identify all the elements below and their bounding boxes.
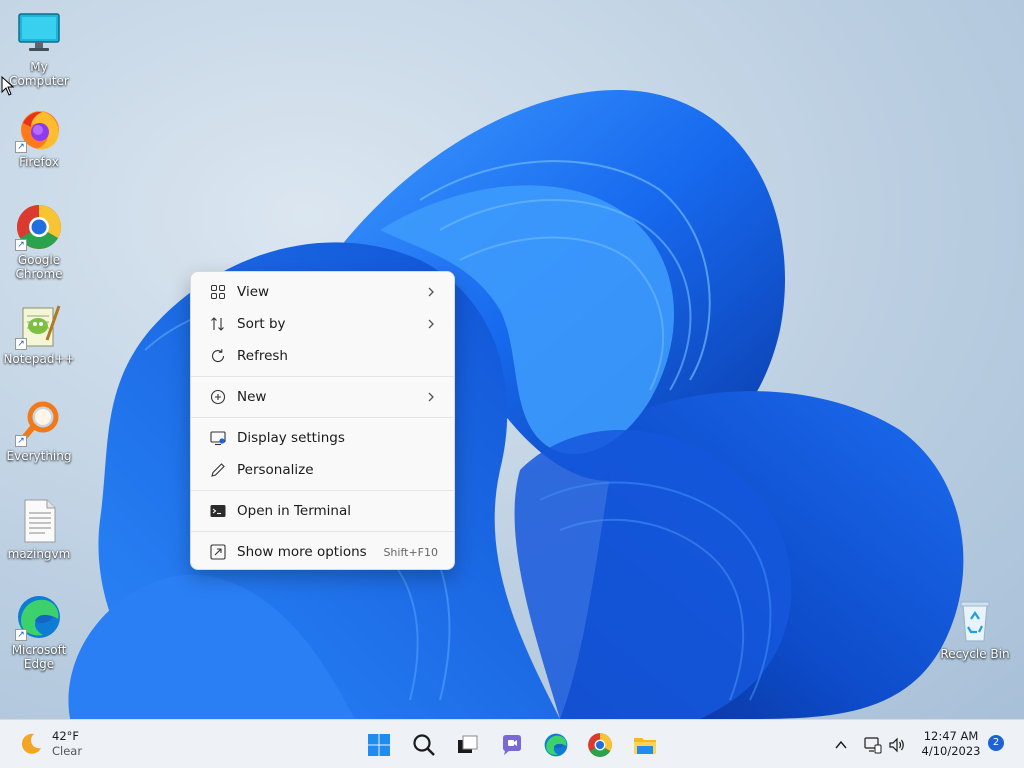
chevron-right-icon xyxy=(428,319,434,329)
desktop-icon-label: mazingvm xyxy=(7,547,71,561)
show-hidden-icons-chevron-icon[interactable] xyxy=(834,738,848,752)
menu-item-label: Show more options xyxy=(237,544,367,560)
moon-icon xyxy=(21,733,41,754)
desktop-icon-firefox[interactable]: ↗ Firefox xyxy=(0,105,78,169)
menu-separator xyxy=(191,417,454,418)
menu-item-new[interactable]: New xyxy=(195,381,450,413)
menu-item-display-settings[interactable]: Display settings xyxy=(195,422,450,454)
file-explorer-button[interactable] xyxy=(628,728,662,762)
desktop-icon-microsoft-edge[interactable]: ↗ Microsoft Edge xyxy=(0,593,78,671)
taskbar-clock[interactable]: 12:47 AM 4/10/2023 xyxy=(914,729,988,759)
edge-icon xyxy=(544,733,568,757)
menu-item-open-in-terminal[interactable]: Open in Terminal xyxy=(195,495,450,527)
weather-widget[interactable]: 42°F Clear xyxy=(18,729,82,759)
chrome-icon: ↗ xyxy=(15,203,63,251)
network-icon[interactable] xyxy=(864,736,882,754)
desktop-icon-label: Everything xyxy=(6,449,72,463)
firefox-icon: ↗ xyxy=(15,105,63,153)
search-icon xyxy=(413,734,435,756)
add-circle-icon xyxy=(209,388,227,406)
chevron-right-icon xyxy=(428,392,434,402)
desktop-icon-label: Microsoft Edge xyxy=(11,643,67,671)
more-options-icon xyxy=(209,543,227,561)
task-view-button[interactable] xyxy=(450,728,484,762)
desktop-icon-recycle-bin[interactable]: Recycle Bin xyxy=(936,597,1014,661)
notepadpp-icon: ↗ xyxy=(15,302,63,350)
file-explorer-icon xyxy=(634,738,656,754)
shortcut-arrow-icon: ↗ xyxy=(15,239,27,251)
weather-text: 42°F Clear xyxy=(52,729,82,759)
desktop-icon-label: Firefox xyxy=(19,155,59,169)
terminal-icon xyxy=(209,502,227,520)
desktop-context-menu: View Sort by Refresh New Display setting… xyxy=(190,271,455,570)
desktop-icon-everything[interactable]: ↗ Everything xyxy=(0,399,78,463)
start-icon xyxy=(368,734,390,756)
task-view-icon xyxy=(458,735,478,753)
edge-icon: ↗ xyxy=(15,593,63,641)
sort-icon xyxy=(209,315,227,333)
desktop-icon-label: Recycle Bin xyxy=(940,647,1010,661)
desktop-icon-label: Notepad++ xyxy=(3,352,75,366)
shortcut-arrow-icon: ↗ xyxy=(15,141,27,153)
teams-chat-icon xyxy=(503,735,521,755)
menu-item-refresh[interactable]: Refresh xyxy=(195,340,450,372)
shortcut-arrow-icon: ↗ xyxy=(15,435,27,447)
weather-condition: Clear xyxy=(52,744,83,758)
menu-item-label: Sort by xyxy=(237,316,286,332)
start-button[interactable] xyxy=(362,728,396,762)
teams-chat-button[interactable] xyxy=(495,728,529,762)
chevron-right-icon xyxy=(428,287,434,297)
mouse-cursor-icon xyxy=(1,76,15,96)
menu-separator xyxy=(191,490,454,491)
weather-temp: 42°F xyxy=(52,729,79,743)
taskbar-chrome-button[interactable] xyxy=(583,728,617,762)
grid-view-icon xyxy=(209,283,227,301)
menu-item-sort-by[interactable]: Sort by xyxy=(195,308,450,340)
menu-item-view[interactable]: View xyxy=(195,276,450,308)
speaker-icon[interactable] xyxy=(888,736,906,754)
desktop-icon-label: Google Chrome xyxy=(15,253,63,281)
chrome-icon xyxy=(588,733,612,757)
menu-item-show-more-options[interactable]: Show more options Shift+F10 xyxy=(195,536,450,568)
notification-count-badge[interactable]: 2 xyxy=(988,735,1004,751)
desktop-icon-mazingvm[interactable]: mazingvm xyxy=(0,497,78,561)
menu-item-label: Refresh xyxy=(237,348,288,364)
desktop-wallpaper[interactable] xyxy=(0,0,1024,719)
clock-time: 12:47 AM xyxy=(923,729,979,743)
desktop-icon-google-chrome[interactable]: ↗ Google Chrome xyxy=(0,203,78,281)
menu-item-label: View xyxy=(237,284,270,300)
monitor-icon xyxy=(15,10,63,58)
menu-item-personalize[interactable]: Personalize xyxy=(195,454,450,486)
display-settings-icon xyxy=(209,429,227,447)
shortcut-arrow-icon: ↗ xyxy=(15,629,27,641)
bloom-wallpaper-art xyxy=(68,89,964,719)
menu-item-label: Display settings xyxy=(237,430,345,446)
refresh-icon xyxy=(209,347,227,365)
menu-item-label: New xyxy=(237,389,267,405)
menu-item-label: Open in Terminal xyxy=(237,503,351,519)
menu-item-label: Personalize xyxy=(237,462,314,478)
text-file-icon xyxy=(15,497,63,545)
everything-search-icon: ↗ xyxy=(15,399,63,447)
menu-separator xyxy=(191,376,454,377)
pen-icon xyxy=(209,461,227,479)
menu-shortcut-hint: Shift+F10 xyxy=(383,546,438,559)
taskbar-edge-button[interactable] xyxy=(539,728,573,762)
menu-separator xyxy=(191,531,454,532)
clock-date: 4/10/2023 xyxy=(921,744,981,758)
taskbar-search-button[interactable] xyxy=(407,728,441,762)
desktop-icon-notepadpp[interactable]: ↗ Notepad++ xyxy=(0,302,78,366)
recycle-bin-icon xyxy=(951,597,999,645)
taskbar: 42°F Clear 12:47 AM 4/10/2023 xyxy=(0,719,1024,768)
shortcut-arrow-icon: ↗ xyxy=(15,338,27,350)
